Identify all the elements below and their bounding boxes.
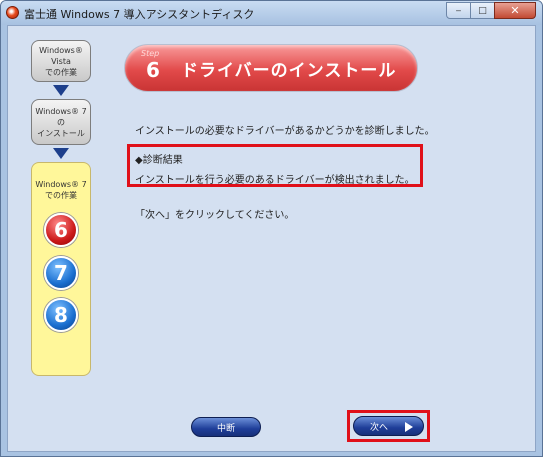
sidebar-step-win7-line2: での作業 <box>45 191 77 200</box>
next-button-label: 次へ <box>370 422 389 433</box>
sidebar-step-install-line2: インストール <box>37 128 85 138</box>
stop-button[interactable]: 中断 <box>191 417 261 437</box>
title-bar[interactable]: 富士通 Windows 7 導入アシスタントディスク ‒ □ ✕ <box>1 1 542 25</box>
sidebar-step-install-line1: Windows® 7 の <box>35 106 87 127</box>
play-arrow-icon <box>405 422 413 432</box>
instruction-text: 「次へ」をクリックしてください。 <box>135 210 295 221</box>
step-label: Step <box>141 49 160 58</box>
sidebar-step-install: Windows® 7 の インストール <box>31 99 91 145</box>
close-button[interactable]: ✕ <box>494 2 536 19</box>
window-title: 富士通 Windows 7 導入アシスタントディスク <box>24 8 255 21</box>
sidebar-step-vista-line2: での作業 <box>45 67 77 77</box>
step-6-badge: 6 <box>44 213 78 247</box>
wizard-content: Windows® Vista での作業 Windows® 7 の インストール … <box>7 25 536 452</box>
maximize-button[interactable]: □ <box>470 2 495 19</box>
page-title: ドライバーのインストール <box>181 61 397 81</box>
step-8-badge: 8 <box>44 298 78 332</box>
result-heading: ◆診断結果 <box>135 155 183 166</box>
app-icon <box>6 6 19 19</box>
arrow-down-icon <box>53 85 69 96</box>
app-window: 富士通 Windows 7 導入アシスタントディスク ‒ □ ✕ Windows… <box>0 0 543 457</box>
arrow-down-icon <box>53 148 69 159</box>
minimize-button[interactable]: ‒ <box>446 2 471 19</box>
sidebar-step-win7-line1: Windows® 7 <box>35 180 87 189</box>
step-number: 6 <box>146 58 160 82</box>
sidebar-step-vista-line1: Windows® Vista <box>39 45 83 66</box>
next-button[interactable]: 次へ <box>353 416 424 436</box>
window-controls: ‒ □ ✕ <box>446 2 536 19</box>
sidebar-step-vista: Windows® Vista での作業 <box>31 40 91 82</box>
step-7-badge: 7 <box>44 256 78 290</box>
intro-text: インストールの必要なドライバーがあるかどうかを診断しました。 <box>135 126 435 137</box>
result-text: インストールを行う必要のあるドライバーが検出されました。 <box>135 175 415 186</box>
